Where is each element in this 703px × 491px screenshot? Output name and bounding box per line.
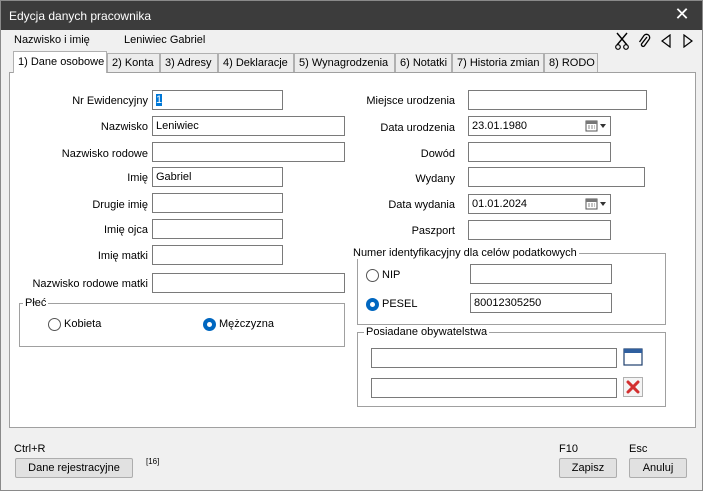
mezczyzna-label[interactable]: Mężczyzna	[219, 318, 274, 330]
imie-ojca-input[interactable]	[152, 219, 283, 239]
imie-label: Imię	[127, 172, 148, 184]
nazwisko-label: Nazwisko	[100, 121, 148, 133]
window-title: Edycja danych pracownika	[9, 9, 152, 23]
tab-dane-osobowe[interactable]: 1) Dane osobowe	[13, 51, 107, 73]
pesel-label[interactable]: PESEL	[382, 298, 417, 310]
nazwisko-rodowe-label: Nazwisko rodowe	[61, 148, 148, 160]
window-icon[interactable]	[623, 347, 643, 367]
kobieta-label[interactable]: Kobieta	[64, 318, 101, 330]
pesel-radio[interactable]	[366, 298, 379, 311]
tab-konta[interactable]: 2) Konta	[107, 53, 160, 72]
personal-data-panel: Nr Ewidencyjny 1 Nazwisko Leniwiec Nazwi…	[9, 72, 696, 428]
delete-icon[interactable]	[623, 377, 643, 397]
tab-rodo[interactable]: 8) RODO	[544, 53, 598, 72]
citizenship-input-1[interactable]	[371, 348, 617, 368]
tab-notatki[interactable]: 6) Notatki	[395, 53, 452, 72]
data-urodzenia-label: Data urodzenia	[380, 122, 455, 134]
citizenship-group-title: Posiadane obywatelstwa	[364, 326, 490, 338]
scissors-icon[interactable]	[615, 32, 629, 50]
cancel-shortcut: Esc	[629, 443, 648, 455]
paperclip-icon[interactable]	[637, 32, 651, 50]
nr-ewidencyjny-input[interactable]: 1	[152, 90, 283, 110]
imie-input[interactable]: Gabriel	[152, 167, 283, 187]
miejsce-urodzenia-input[interactable]	[468, 90, 647, 110]
pesel-input[interactable]: 80012305250	[470, 293, 612, 313]
tab-wynagrodzenia[interactable]: 5) Wynagrodzenia	[294, 53, 395, 72]
citizenship-input-2[interactable]	[371, 378, 617, 398]
save-shortcut: F10	[559, 443, 578, 455]
employee-edit-window: Edycja danych pracownika ✕ Nazwisko i im…	[0, 0, 703, 491]
employee-name-label: Nazwisko i imię	[14, 34, 90, 46]
tab-deklaracje[interactable]: 4) Deklaracje	[218, 53, 294, 72]
data-wydania-label: Data wydania	[388, 199, 455, 211]
dowod-input[interactable]	[468, 142, 611, 162]
paszport-input[interactable]	[468, 220, 611, 240]
paszport-label: Paszport	[411, 225, 455, 237]
mezczyzna-radio[interactable]	[203, 318, 216, 331]
calendar-dropdown-icon[interactable]	[583, 117, 609, 135]
plec-group-title: Płeć	[23, 297, 49, 309]
imie-matki-input[interactable]	[152, 245, 283, 265]
next-icon[interactable]	[682, 33, 694, 49]
drugie-imie-label: Drugie imię	[92, 199, 148, 211]
dane-rejestracyjne-button[interactable]: Dane rejestracyjne	[15, 458, 133, 478]
drugie-imie-input[interactable]	[152, 193, 283, 213]
tab-adresy[interactable]: 3) Adresy	[160, 53, 218, 72]
nr-ewidencyjny-label: Nr Ewidencyjny	[72, 95, 148, 107]
calendar-dropdown-icon[interactable]	[583, 195, 609, 213]
wydany-input[interactable]	[468, 167, 645, 187]
dane-rejestracyjne-shortcut: Ctrl+R	[14, 443, 46, 455]
dowod-label: Dowód	[420, 148, 455, 160]
nazwisko-rodowe-matki-label: Nazwisko rodowe matki	[32, 278, 148, 290]
nip-input[interactable]	[470, 264, 612, 284]
cancel-button[interactable]: Anuluj	[629, 458, 687, 478]
tab-historia-zmian[interactable]: 7) Historia zmian	[452, 53, 544, 72]
employee-name-value: Leniwiec Gabriel	[124, 34, 206, 46]
record-counter: [16]	[146, 457, 160, 466]
tax-id-group-title: Numer identyfikacyjny dla celów podatkow…	[351, 247, 579, 259]
imie-matki-label: Imię matki	[97, 250, 148, 262]
miejsce-urodzenia-label: Miejsce urodzenia	[366, 95, 455, 107]
kobieta-radio[interactable]	[48, 318, 61, 331]
previous-icon[interactable]	[660, 33, 672, 49]
close-icon[interactable]: ✕	[670, 3, 694, 25]
nip-radio[interactable]	[366, 269, 379, 282]
save-button[interactable]: Zapisz	[559, 458, 617, 478]
title-bar: Edycja danych pracownika ✕	[1, 1, 702, 30]
imie-ojca-label: Imię ojca	[103, 224, 148, 236]
nip-label[interactable]: NIP	[382, 269, 400, 281]
wydany-label: Wydany	[415, 173, 455, 185]
nazwisko-rodowe-matki-input[interactable]	[152, 273, 345, 293]
